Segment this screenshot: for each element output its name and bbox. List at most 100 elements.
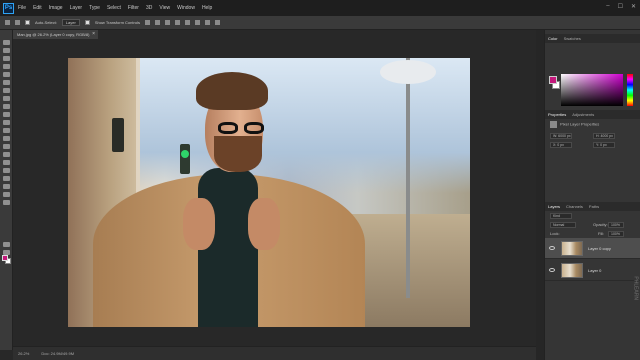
menu-edit[interactable]: Edit — [33, 5, 42, 11]
document-image[interactable] — [68, 58, 470, 327]
pixel-layer-properties: Pixel Layer Properties — [550, 121, 599, 128]
options-bar: Auto-Select: Layer Show Transform Contro… — [0, 16, 640, 30]
close-button[interactable]: ✕ — [631, 3, 636, 10]
layer-filter-kind[interactable]: Kind — [550, 213, 572, 219]
menu-filter[interactable]: Filter — [128, 5, 139, 11]
status-bar: 26.2% Doc: 24.9M/49.9M — [13, 346, 536, 360]
menu-image[interactable]: Image — [49, 5, 63, 11]
foreground-color-swatch[interactable] — [2, 255, 8, 261]
visibility-eye-icon[interactable] — [549, 246, 555, 250]
panel-foreground-swatch[interactable] — [549, 76, 557, 84]
minimize-button[interactable]: – — [606, 3, 609, 10]
hand-tool-icon[interactable] — [3, 184, 10, 189]
tools-panel — [0, 30, 13, 350]
menu-select[interactable]: Select — [107, 5, 121, 11]
document-tab[interactable]: Man.jpg @ 26.2% (Layer 0 copy, RGB/8) × — [13, 30, 98, 39]
image-sign-pole — [406, 58, 410, 298]
align-top-icon[interactable] — [144, 20, 150, 25]
right-panels: Color Swatches Properties Adjustments Pi… — [544, 30, 640, 360]
layer-thumbnail — [561, 240, 583, 256]
shape-tool-icon[interactable] — [3, 176, 10, 181]
document-close-icon[interactable]: × — [92, 30, 95, 39]
height-field[interactable]: H: 4000 px — [593, 133, 615, 139]
dodge-tool-icon[interactable] — [3, 144, 10, 149]
quick-select-tool-icon[interactable] — [3, 64, 10, 69]
tab-paths[interactable]: Paths — [589, 204, 599, 209]
document-size[interactable]: Doc: 24.9M/49.9M — [41, 351, 74, 356]
menu-file[interactable]: File — [18, 5, 26, 11]
image-hand-left — [183, 198, 215, 250]
move-tool-icon[interactable] — [5, 20, 10, 25]
tool-preset-icon[interactable] — [15, 20, 20, 25]
opacity-label: Opacity: — [593, 222, 608, 227]
width-field[interactable]: W: 6000 px — [550, 133, 572, 139]
more-tools-icon[interactable] — [3, 200, 10, 205]
layer-row[interactable]: Layer 0 — [545, 260, 640, 281]
history-brush-tool-icon[interactable] — [3, 112, 10, 117]
move-tool-icon[interactable] — [3, 40, 10, 45]
menu-view[interactable]: View — [159, 5, 170, 11]
layer-name[interactable]: Layer 0 copy — [588, 246, 611, 251]
panel-dock-gutter — [536, 30, 544, 360]
eyedropper-tool-icon[interactable] — [3, 80, 10, 85]
image-hand-right — [248, 198, 280, 250]
hue-slider[interactable] — [627, 74, 633, 106]
photoshop-window: Ps File Edit Image Layer Type Select Fil… — [0, 0, 640, 360]
brush-tool-icon[interactable] — [3, 96, 10, 101]
tab-properties[interactable]: Properties — [548, 112, 566, 117]
properties-panel-tabs: Properties Adjustments — [545, 110, 640, 119]
menu-type[interactable]: Type — [89, 5, 100, 11]
canvas-area[interactable] — [13, 39, 536, 346]
blend-mode-dropdown[interactable]: Normal — [550, 222, 576, 228]
align-bottom-icon[interactable] — [164, 20, 170, 25]
healing-tool-icon[interactable] — [3, 88, 10, 93]
marquee-tool-icon[interactable] — [3, 48, 10, 53]
screen-mode-icon[interactable] — [3, 250, 10, 255]
show-transform-checkbox[interactable] — [84, 20, 90, 25]
tab-layers[interactable]: Layers — [548, 204, 560, 209]
3d-mode-icon[interactable] — [214, 20, 220, 25]
layers-panel-tabs: Layers Channels Paths — [545, 202, 640, 211]
align-left-icon[interactable] — [174, 20, 180, 25]
zoom-level[interactable]: 26.2% — [18, 351, 29, 356]
tab-swatches[interactable]: Swatches — [564, 36, 581, 41]
pen-tool-icon[interactable] — [3, 152, 10, 157]
align-right-icon[interactable] — [194, 20, 200, 25]
eraser-tool-icon[interactable] — [3, 120, 10, 125]
zoom-tool-icon[interactable] — [3, 192, 10, 197]
clone-stamp-tool-icon[interactable] — [3, 104, 10, 109]
y-field[interactable]: Y: 0 px — [593, 142, 615, 148]
blur-tool-icon[interactable] — [3, 136, 10, 141]
menu-3d[interactable]: 3D — [146, 5, 152, 11]
color-panel-tabs: Color Swatches — [545, 34, 640, 43]
gradient-tool-icon[interactable] — [3, 128, 10, 133]
image-glasses — [218, 122, 278, 134]
quick-mask-icon[interactable] — [3, 242, 10, 247]
layer-name[interactable]: Layer 0 — [588, 268, 601, 273]
color-picker-field[interactable] — [561, 74, 623, 106]
menu-layer[interactable]: Layer — [70, 5, 83, 11]
window-controls: – ☐ ✕ — [606, 3, 636, 10]
pixel-layer-icon — [550, 121, 557, 128]
maximize-button[interactable]: ☐ — [618, 3, 623, 10]
align-center-icon[interactable] — [184, 20, 190, 25]
layer-row[interactable]: Layer 0 copy — [545, 238, 640, 259]
path-select-tool-icon[interactable] — [3, 168, 10, 173]
document-tab-title: Man.jpg @ 26.2% (Layer 0 copy, RGB/8) — [17, 32, 90, 37]
tab-channels[interactable]: Channels — [566, 204, 583, 209]
align-middle-icon[interactable] — [154, 20, 160, 25]
lasso-tool-icon[interactable] — [3, 56, 10, 61]
menu-window[interactable]: Window — [177, 5, 195, 11]
auto-select-dropdown[interactable]: Layer — [61, 19, 80, 26]
crop-tool-icon[interactable] — [3, 72, 10, 77]
auto-select-checkbox[interactable] — [25, 20, 30, 25]
fill-field[interactable]: 100% — [608, 231, 624, 237]
tab-adjustments[interactable]: Adjustments — [572, 112, 594, 117]
tab-color[interactable]: Color — [548, 36, 558, 41]
distribute-icon[interactable] — [204, 20, 210, 25]
opacity-field[interactable]: 100% — [608, 222, 624, 228]
x-field[interactable]: X: 0 px — [550, 142, 572, 148]
menu-help[interactable]: Help — [202, 5, 212, 11]
type-tool-icon[interactable] — [3, 160, 10, 165]
visibility-eye-icon[interactable] — [549, 268, 555, 272]
